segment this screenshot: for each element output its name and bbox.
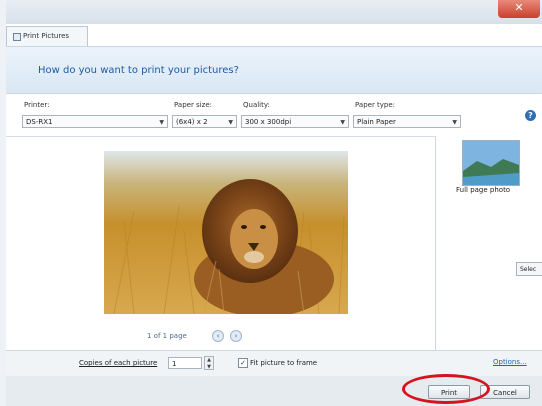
chevron-down-icon: ▼ [340, 119, 345, 126]
printer-icon [13, 33, 21, 41]
printer-label: Printer: [24, 101, 50, 109]
window-titlebar [0, 0, 542, 24]
page-title: How do you want to print your pictures? [38, 65, 239, 76]
paper-type-label: Paper type: [355, 101, 396, 109]
copies-input[interactable]: 1 [168, 357, 202, 369]
options-link[interactable]: Options... [493, 358, 527, 366]
close-icon: ✕ [514, 1, 524, 14]
window-title-tab: Print Pictures [6, 26, 88, 47]
fit-picture-checkbox[interactable]: ✓ [238, 358, 248, 368]
paper-size-value: (6x4) x 2 [176, 118, 208, 126]
paper-size-select[interactable]: (6x4) x 2 ▼ [172, 115, 237, 128]
page-indicator: 1 of 1 page [147, 332, 187, 340]
next-page-button[interactable]: › [230, 330, 242, 342]
paper-type-select[interactable]: Plain Paper ▼ [353, 115, 461, 128]
select-layout-tab[interactable]: Selec [516, 262, 542, 276]
prev-page-button[interactable]: ‹ [212, 330, 224, 342]
chevron-left-icon: ‹ [216, 332, 220, 340]
stepper-down-icon: ▼ [207, 364, 211, 370]
window-title: Print Pictures [23, 32, 70, 40]
paper-size-label: Paper size: [174, 101, 212, 109]
quality-label: Quality: [243, 101, 270, 109]
help-icon[interactable]: ? [525, 110, 536, 121]
paper-type-value: Plain Paper [357, 118, 396, 126]
close-button[interactable]: ✕ [498, 0, 540, 18]
landscape-thumbnail-image [463, 141, 519, 185]
lion-photo-image [104, 151, 348, 314]
quality-select[interactable]: 300 x 300dpi ▼ [241, 115, 349, 128]
copies-label: Copies of each picture [79, 359, 158, 367]
printer-select[interactable]: DS-RX1 ▼ [22, 115, 168, 128]
chevron-down-icon: ▼ [159, 119, 164, 126]
printer-value: DS-RX1 [26, 118, 53, 126]
header-band: How do you want to print your pictures? [6, 46, 542, 94]
chevron-down-icon: ▼ [452, 119, 457, 126]
photo-preview [104, 151, 348, 314]
quality-value: 300 x 300dpi [245, 118, 292, 126]
chevron-down-icon: ▼ [228, 119, 233, 126]
chevron-right-icon: › [234, 332, 238, 340]
annotation-circle [402, 374, 490, 404]
fit-picture-label: Fit picture to frame [250, 359, 318, 367]
layout-item-full-page-photo[interactable] [462, 140, 520, 186]
copies-stepper[interactable]: ▲ ▼ [204, 356, 214, 370]
stepper-up-icon: ▲ [207, 357, 211, 363]
layout-item-label: Full page photo [456, 186, 511, 194]
